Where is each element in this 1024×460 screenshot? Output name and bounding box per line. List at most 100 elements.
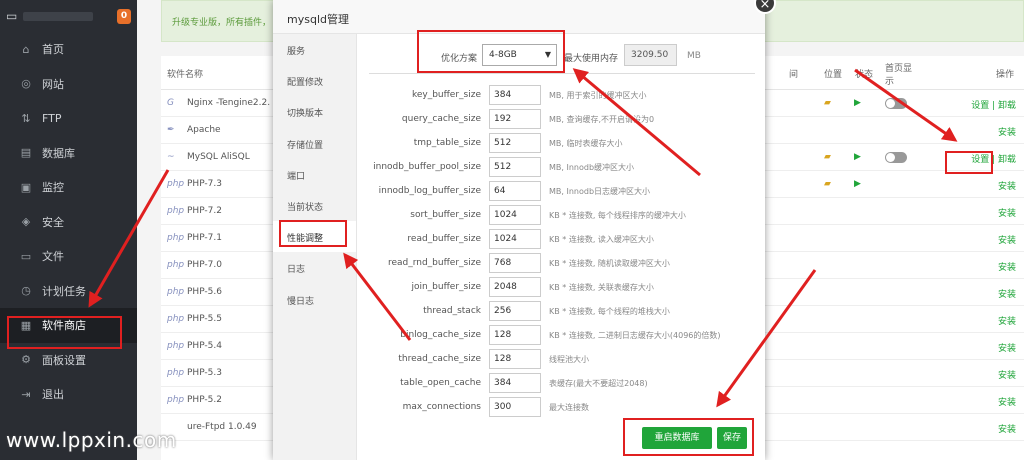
sidebar-item-label: 退出 (42, 388, 64, 402)
sidebar-item[interactable]: ▣ 监控 (0, 170, 137, 205)
param-row: max_connections 300 最大连接数 (361, 396, 761, 420)
param-desc: MB, Innodb日志缓冲区大小 (549, 187, 651, 196)
sidebar-item[interactable]: ◎ 网站 (0, 67, 137, 102)
param-input[interactable]: 256 (489, 301, 541, 321)
row-actions[interactable]: 安装 (998, 341, 1016, 354)
row-actions[interactable]: 安装 (998, 260, 1016, 273)
software-logo-icon: php (167, 395, 185, 405)
dialog-tab[interactable]: 端口 (273, 159, 356, 190)
row-actions[interactable]: 安装 (998, 179, 1016, 192)
param-desc: KB * 连接数, 关联表缓存大小 (549, 283, 654, 292)
param-row: thread_stack 256 KB * 连接数, 每个线程的堆栈大小 (361, 300, 761, 324)
param-input[interactable]: 192 (489, 109, 541, 129)
notification-badge[interactable]: 0 (117, 8, 131, 24)
param-desc: MB, 查询缓存,不开启请设为0 (549, 115, 655, 124)
max-mem-unit: MB (687, 51, 701, 61)
row-actions[interactable]: 安装 (998, 395, 1016, 408)
row-actions[interactable]: 安装 (998, 314, 1016, 327)
row-actions[interactable]: 安装 (998, 368, 1016, 381)
software-name-cell: php PHP-5.2 (167, 395, 222, 405)
software-name-cell: php PHP-5.4 (167, 341, 222, 351)
home-display-toggle[interactable] (885, 98, 907, 109)
row-actions[interactable]: 安装 (998, 206, 1016, 219)
row-actions[interactable]: 安装 (998, 422, 1016, 435)
dialog-tab[interactable]: 当前状态 (273, 190, 356, 221)
param-row: join_buffer_size 2048 KB * 连接数, 关联表缓存大小 (361, 276, 761, 300)
param-input[interactable]: 128 (489, 325, 541, 345)
software-name: PHP-5.6 (187, 287, 222, 297)
software-logo-icon: php (167, 260, 185, 270)
ftp-icon: ⇅ (21, 111, 31, 125)
param-desc: 最大连接数 (549, 403, 589, 412)
highlight-settings (945, 151, 993, 174)
software-name-cell: php PHP-7.0 (167, 260, 222, 270)
shield-icon: ◈ (21, 215, 31, 229)
row-actions[interactable]: 安装 (998, 233, 1016, 246)
home-display-toggle[interactable] (885, 152, 907, 163)
param-row: thread_cache_size 128 线程池大小 (361, 348, 761, 372)
sidebar-item-label: 网站 (42, 77, 64, 91)
sidebar-item-label: 安全 (42, 215, 64, 229)
param-input[interactable]: 64 (489, 181, 541, 201)
play-icon[interactable]: ▶ (854, 98, 861, 108)
param-input[interactable]: 128 (489, 349, 541, 369)
software-name-cell: ure-Ftpd 1.0.49 (167, 422, 257, 432)
col-status: 状态 (855, 70, 874, 80)
sidebar-item[interactable]: ⇅ FTP (0, 101, 137, 136)
col-time: 间 (789, 70, 799, 80)
param-row: sort_buffer_size 1024 KB * 连接数, 每个线程排序的缓冲大… (361, 204, 761, 228)
software-name: PHP-7.2 (187, 206, 222, 216)
param-key: read_buffer_size (407, 234, 481, 244)
sidebar-item[interactable]: ◷ 计划任务 (0, 274, 137, 309)
param-input[interactable]: 300 (489, 397, 541, 417)
folder-icon[interactable]: ▰ (824, 152, 831, 162)
play-icon[interactable]: ▶ (854, 179, 861, 189)
param-input[interactable]: 1024 (489, 205, 541, 225)
param-row: read_rnd_buffer_size 768 KB * 连接数, 随机读取缓冲区… (361, 252, 761, 276)
param-input[interactable]: 512 (489, 157, 541, 177)
sidebar-item[interactable]: ⌂ 首页 (0, 32, 137, 67)
sidebar-item[interactable]: ◈ 安全 (0, 205, 137, 240)
param-input[interactable]: 384 (489, 85, 541, 105)
server-name-blurred (23, 11, 94, 21)
software-name-cell: php PHP-7.1 (167, 233, 222, 243)
param-key: join_buffer_size (411, 282, 481, 292)
folder-icon[interactable]: ▰ (824, 179, 831, 189)
param-desc: KB * 连接数, 读入缓冲区大小 (549, 235, 654, 244)
folder-icon[interactable]: ▰ (824, 98, 831, 108)
max-mem-input[interactable]: 3209.50 (624, 44, 677, 66)
database-icon: ▤ (20, 146, 32, 160)
row-actions[interactable]: 安装 (998, 287, 1016, 300)
sidebar-item[interactable]: ⇥ 退出 (0, 377, 137, 412)
software-logo-icon: php (167, 287, 185, 297)
dialog-tab[interactable]: 服务 (273, 34, 356, 65)
param-input[interactable]: 768 (489, 253, 541, 273)
software-name: PHP-7.3 (187, 179, 222, 189)
dialog-tab[interactable]: 切换版本 (273, 96, 356, 127)
param-input[interactable]: 2048 (489, 277, 541, 297)
software-name: MySQL AliSQL (187, 152, 250, 162)
param-desc: KB * 连接数, 每个线程的堆栈大小 (549, 307, 670, 316)
sidebar-item[interactable]: ▭ 文件 (0, 239, 137, 274)
dialog-tab[interactable]: 日志 (273, 252, 356, 283)
col-ops: 操作 (995, 70, 1014, 80)
sidebar-item-label: 首页 (42, 43, 64, 57)
row-actions[interactable]: 安装 (998, 125, 1016, 138)
param-desc: KB * 连接数, 每个线程排序的缓冲大小 (549, 211, 686, 220)
sidebar-item[interactable]: ▤ 数据库 (0, 136, 137, 171)
param-input[interactable]: 512 (489, 133, 541, 153)
sidebar-item-label: 监控 (42, 181, 64, 195)
play-icon[interactable]: ▶ (854, 152, 861, 162)
dialog-tab[interactable]: 慢日志 (273, 284, 356, 315)
dialog-tab[interactable]: 存储位置 (273, 128, 356, 159)
software-name-cell: php PHP-7.3 (167, 179, 222, 189)
row-actions[interactable]: 设置 | 卸载 (971, 98, 1016, 111)
software-name-cell: php PHP-5.3 (167, 368, 222, 378)
param-input[interactable]: 1024 (489, 229, 541, 249)
software-name: PHP-5.2 (187, 395, 222, 405)
globe-icon: ◎ (21, 77, 31, 91)
param-input[interactable]: 384 (489, 373, 541, 393)
col-position: 位置 (824, 70, 843, 80)
dialog-tab[interactable]: 配置修改 (273, 65, 356, 96)
max-mem-label: 最大使用内存 (564, 54, 619, 64)
